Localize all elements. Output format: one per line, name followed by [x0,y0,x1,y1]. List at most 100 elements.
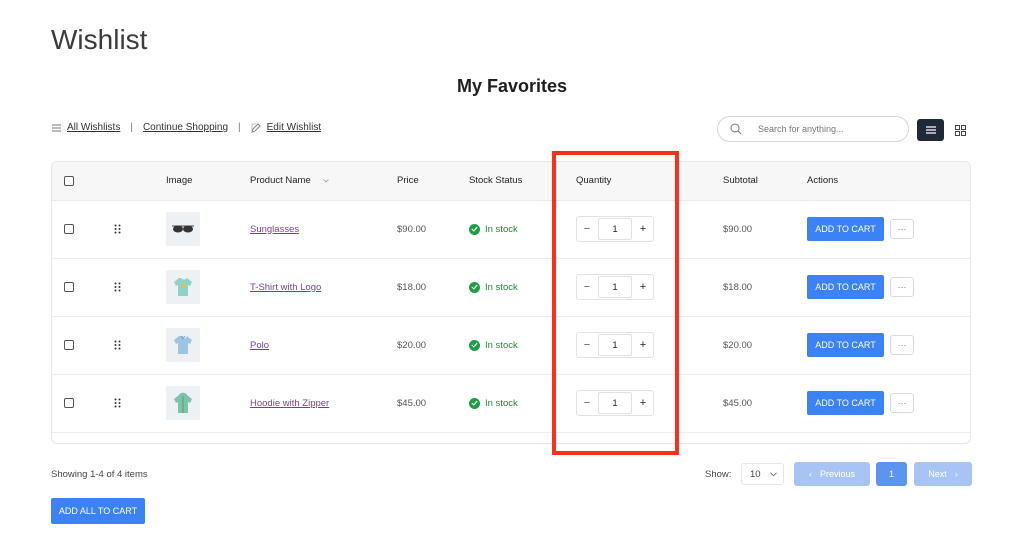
page-title: Wishlist [51,24,148,55]
more-actions-button[interactable]: ··· [890,219,914,239]
more-actions-button[interactable]: ··· [890,277,914,297]
add-to-cart-button[interactable]: ADD TO CART [807,333,884,357]
quantity-stepper: − 1 + [576,332,654,358]
quantity-increase-button[interactable]: + [633,339,653,351]
drag-handle-icon[interactable] [114,316,121,374]
list-view-icon [925,126,936,134]
product-name-link[interactable]: Hoodie with Zipper [250,398,329,409]
drag-handle-icon[interactable] [114,200,121,258]
previous-page-button[interactable]: ‹ Previous [794,462,870,486]
quantity-decrease-button[interactable]: − [577,339,597,351]
check-circle-icon [469,339,480,351]
stock-status-label: In stock [485,223,518,235]
ellipsis-icon: ··· [897,224,907,234]
header-image: Image [166,175,193,186]
table-row: Sunglasses $90.00 In stock − 1 + $90.00 … [52,200,970,259]
all-wishlists-link[interactable]: All Wishlists [67,122,120,133]
price: $45.00 [397,397,427,409]
sort-chevron-icon [322,179,329,183]
header-product-name-label: Product Name [250,175,311,186]
drag-handle-icon[interactable] [114,258,121,316]
stock-status-label: In stock [485,281,518,293]
continue-shopping-link[interactable]: Continue Shopping [143,122,228,133]
product-image-hoodie[interactable] [166,386,200,420]
row-checkbox[interactable] [64,224,74,234]
stock-status-badge: In stock [469,281,518,293]
drag-handle-icon[interactable] [114,374,121,432]
product-name-link[interactable]: Polo [250,340,269,351]
add-to-cart-button[interactable]: ADD TO CART [807,391,884,415]
previous-page-label: Previous [819,469,855,479]
ellipsis-icon: ··· [897,282,907,292]
more-actions-button[interactable]: ··· [890,393,914,413]
quantity-stepper: − 1 + [576,274,654,300]
product-name-link[interactable]: Sunglasses [250,224,299,235]
subtotal: $18.00 [723,281,753,293]
quantity-decrease-button[interactable]: − [577,281,597,293]
product-image-tshirt[interactable] [166,270,200,304]
grid-view-icon [954,124,966,136]
quantity-input[interactable]: 1 [598,334,632,356]
list-view-button[interactable] [917,119,944,141]
check-circle-icon [469,397,480,409]
check-circle-icon [469,281,480,293]
search-input[interactable] [756,123,890,135]
quantity-stepper: − 1 + [576,390,654,416]
row-checkbox[interactable] [64,282,74,292]
row-checkbox[interactable] [64,340,74,350]
price: $20.00 [397,339,427,351]
chevron-left-icon: ‹ [808,469,812,479]
quantity-decrease-button[interactable]: − [577,397,597,409]
product-name-link[interactable]: T-Shirt with Logo [250,282,321,293]
header-quantity: Quantity [576,175,612,186]
chevron-down-icon [770,471,777,477]
page-button-current[interactable]: 1 [876,462,907,486]
per-page-select[interactable]: 10 [741,463,784,485]
add-to-cart-button[interactable]: ADD TO CART [807,217,884,241]
quantity-stepper: − 1 + [576,216,654,242]
table-row: Polo $20.00 In stock − 1 + $20.00 ADD TO… [52,316,970,375]
divider: | [238,122,241,133]
subtotal: $90.00 [723,223,753,235]
select-all-checkbox[interactable] [64,176,74,186]
add-to-cart-button[interactable]: ADD TO CART [807,275,884,299]
quantity-input[interactable]: 1 [598,276,632,298]
divider: | [130,122,133,133]
table-header: Image Product Name Price Stock Status Qu… [52,162,970,201]
pagination-summary: Showing 1-4 of 4 items [51,469,148,480]
row-checkbox[interactable] [64,398,74,408]
grid-view-button[interactable] [953,123,967,137]
stock-status-badge: In stock [469,339,518,351]
quantity-decrease-button[interactable]: − [577,223,597,235]
wishlist-name: My Favorites [456,76,568,96]
header-product-name[interactable]: Product Name [250,162,329,200]
add-all-to-cart-button[interactable]: ADD ALL TO CART [51,498,145,524]
more-actions-button[interactable]: ··· [890,335,914,355]
price: $90.00 [397,223,427,235]
header-stock-status: Stock Status [469,175,523,186]
edit-wishlist-link[interactable]: Edit Wishlist [267,122,321,133]
wishlist-table: Image Product Name Price Stock Status Qu… [51,161,971,444]
ellipsis-icon: ··· [897,398,907,408]
header-subtotal: Subtotal [723,175,758,186]
per-page-label: Show: [705,469,732,480]
ellipsis-icon: ··· [897,340,907,350]
product-image-sunglasses[interactable] [166,212,200,246]
subtotal: $20.00 [723,339,753,351]
quantity-increase-button[interactable]: + [633,223,653,235]
stock-status-badge: In stock [469,223,518,235]
next-page-button[interactable]: Next › [914,462,972,486]
product-image-polo[interactable] [166,328,200,362]
per-page-value: 10 [750,468,761,480]
quantity-input[interactable]: 1 [598,392,632,414]
stock-status-label: In stock [485,397,518,409]
quantity-increase-button[interactable]: + [633,281,653,293]
header-actions: Actions [807,175,839,186]
table-row: Hoodie with Zipper $45.00 In stock − 1 +… [52,374,970,433]
wishlist-toolbar: All Wishlists | Continue Shopping | Edit… [52,122,321,133]
subtotal: $45.00 [723,397,753,409]
quantity-increase-button[interactable]: + [633,397,653,409]
check-circle-icon [469,223,480,235]
stock-status-label: In stock [485,339,518,351]
quantity-input[interactable]: 1 [598,218,632,240]
